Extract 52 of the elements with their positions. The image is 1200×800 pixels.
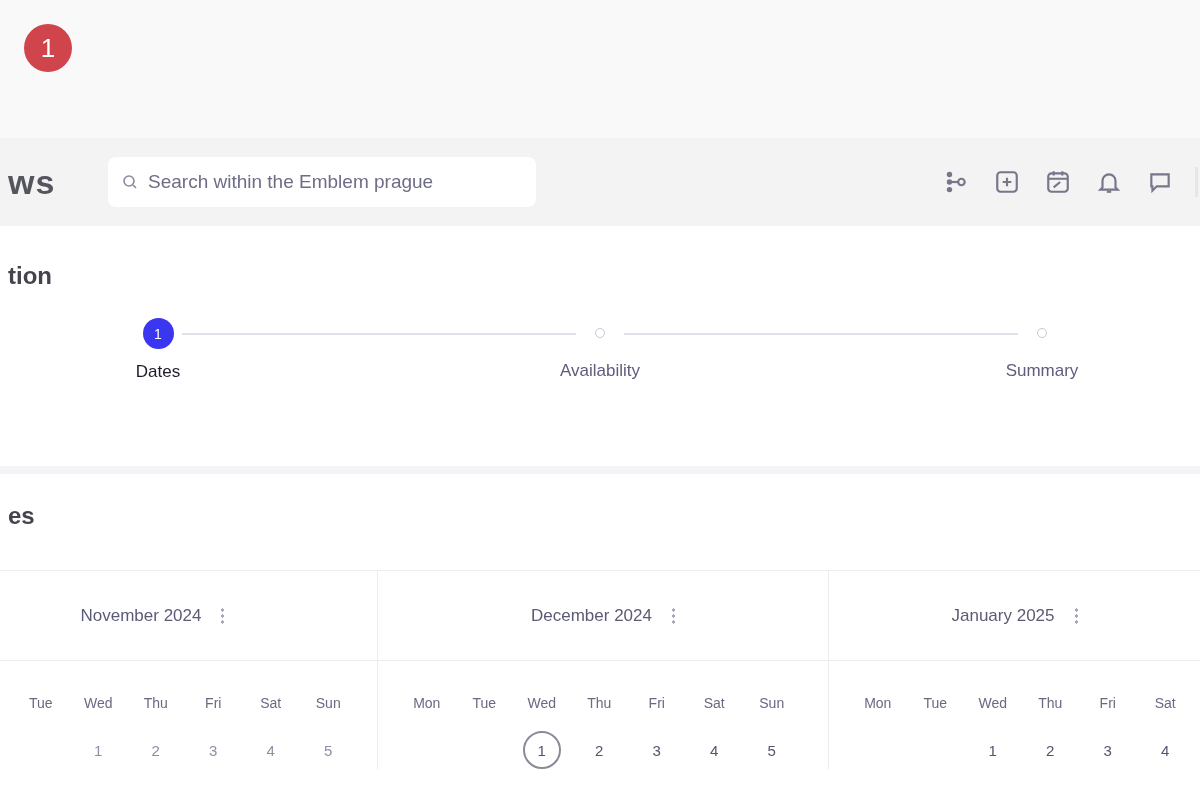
month-title: January 2025 <box>951 605 1055 626</box>
day-cell[interactable]: 2 <box>580 731 619 769</box>
section-title: tion <box>8 261 53 291</box>
weekday-label: Thu <box>1037 695 1064 711</box>
day-cell-text: 5 <box>323 740 334 761</box>
month-title: December 2024 <box>531 605 652 626</box>
weekday-label: Wed <box>82 695 114 711</box>
weekday-label: Sun <box>314 695 342 711</box>
weekday-label: Sat <box>1153 695 1177 711</box>
section-title: es <box>8 501 36 531</box>
day-cell[interactable]: 4 <box>695 731 734 769</box>
day-cell[interactable]: 4 <box>1146 731 1185 769</box>
weekday-label: Wed <box>526 695 557 711</box>
search-field[interactable]: Search within the Emblem prague <box>108 157 536 207</box>
weekday-label: Thu <box>586 695 613 711</box>
day-cell[interactable]: 5 <box>752 731 791 769</box>
step-number[interactable]: 1 <box>142 318 174 349</box>
kebab-icon[interactable] <box>672 606 675 625</box>
step-label: Availability <box>560 361 640 381</box>
day-cell[interactable]: 1 <box>973 731 1012 769</box>
day-cell-text: 2 <box>150 740 161 761</box>
weekday-label: Mon <box>863 695 893 711</box>
month-title: November 2024 <box>80 605 202 626</box>
day-cell-text: 4 <box>265 740 276 761</box>
weekday-label: Tue <box>922 695 949 711</box>
weekday-label: Fri <box>1098 695 1117 711</box>
weekday-label: Tue <box>27 695 54 711</box>
day-cell[interactable]: 3 <box>1088 731 1127 769</box>
day-cell-text: 1 <box>93 740 104 761</box>
weekday-label: Thu <box>142 695 169 711</box>
weekday-label: Sat <box>702 695 726 711</box>
day-cell-text: 3 <box>208 740 219 761</box>
step-label: Dates <box>135 362 181 382</box>
day-cell[interactable]: 3 <box>637 731 676 769</box>
plus-square-icon[interactable] <box>994 169 1020 195</box>
weekday-label: Fri <box>204 695 223 711</box>
day-cell[interactable]: 1 <box>522 731 561 769</box>
step-dot[interactable] <box>595 328 605 338</box>
weekday-label: Sun <box>758 695 786 711</box>
weekday-label: Mon <box>412 695 442 711</box>
weekday-label: Wed <box>977 695 1008 711</box>
kebab-icon[interactable] <box>221 606 225 625</box>
logo: ws <box>8 162 57 202</box>
annotation-badge: 1 <box>24 24 72 72</box>
step-dot[interactable] <box>1037 328 1047 338</box>
day-cell[interactable]: 2 <box>1031 731 1070 769</box>
weekday-label: Fri <box>647 695 666 711</box>
step-label: Summary <box>1005 361 1079 381</box>
kebab-icon[interactable] <box>1074 606 1078 625</box>
weekday-label: Sat <box>259 695 283 711</box>
calendar-icon[interactable] <box>1045 169 1071 195</box>
weekday-label: Tue <box>471 695 498 711</box>
